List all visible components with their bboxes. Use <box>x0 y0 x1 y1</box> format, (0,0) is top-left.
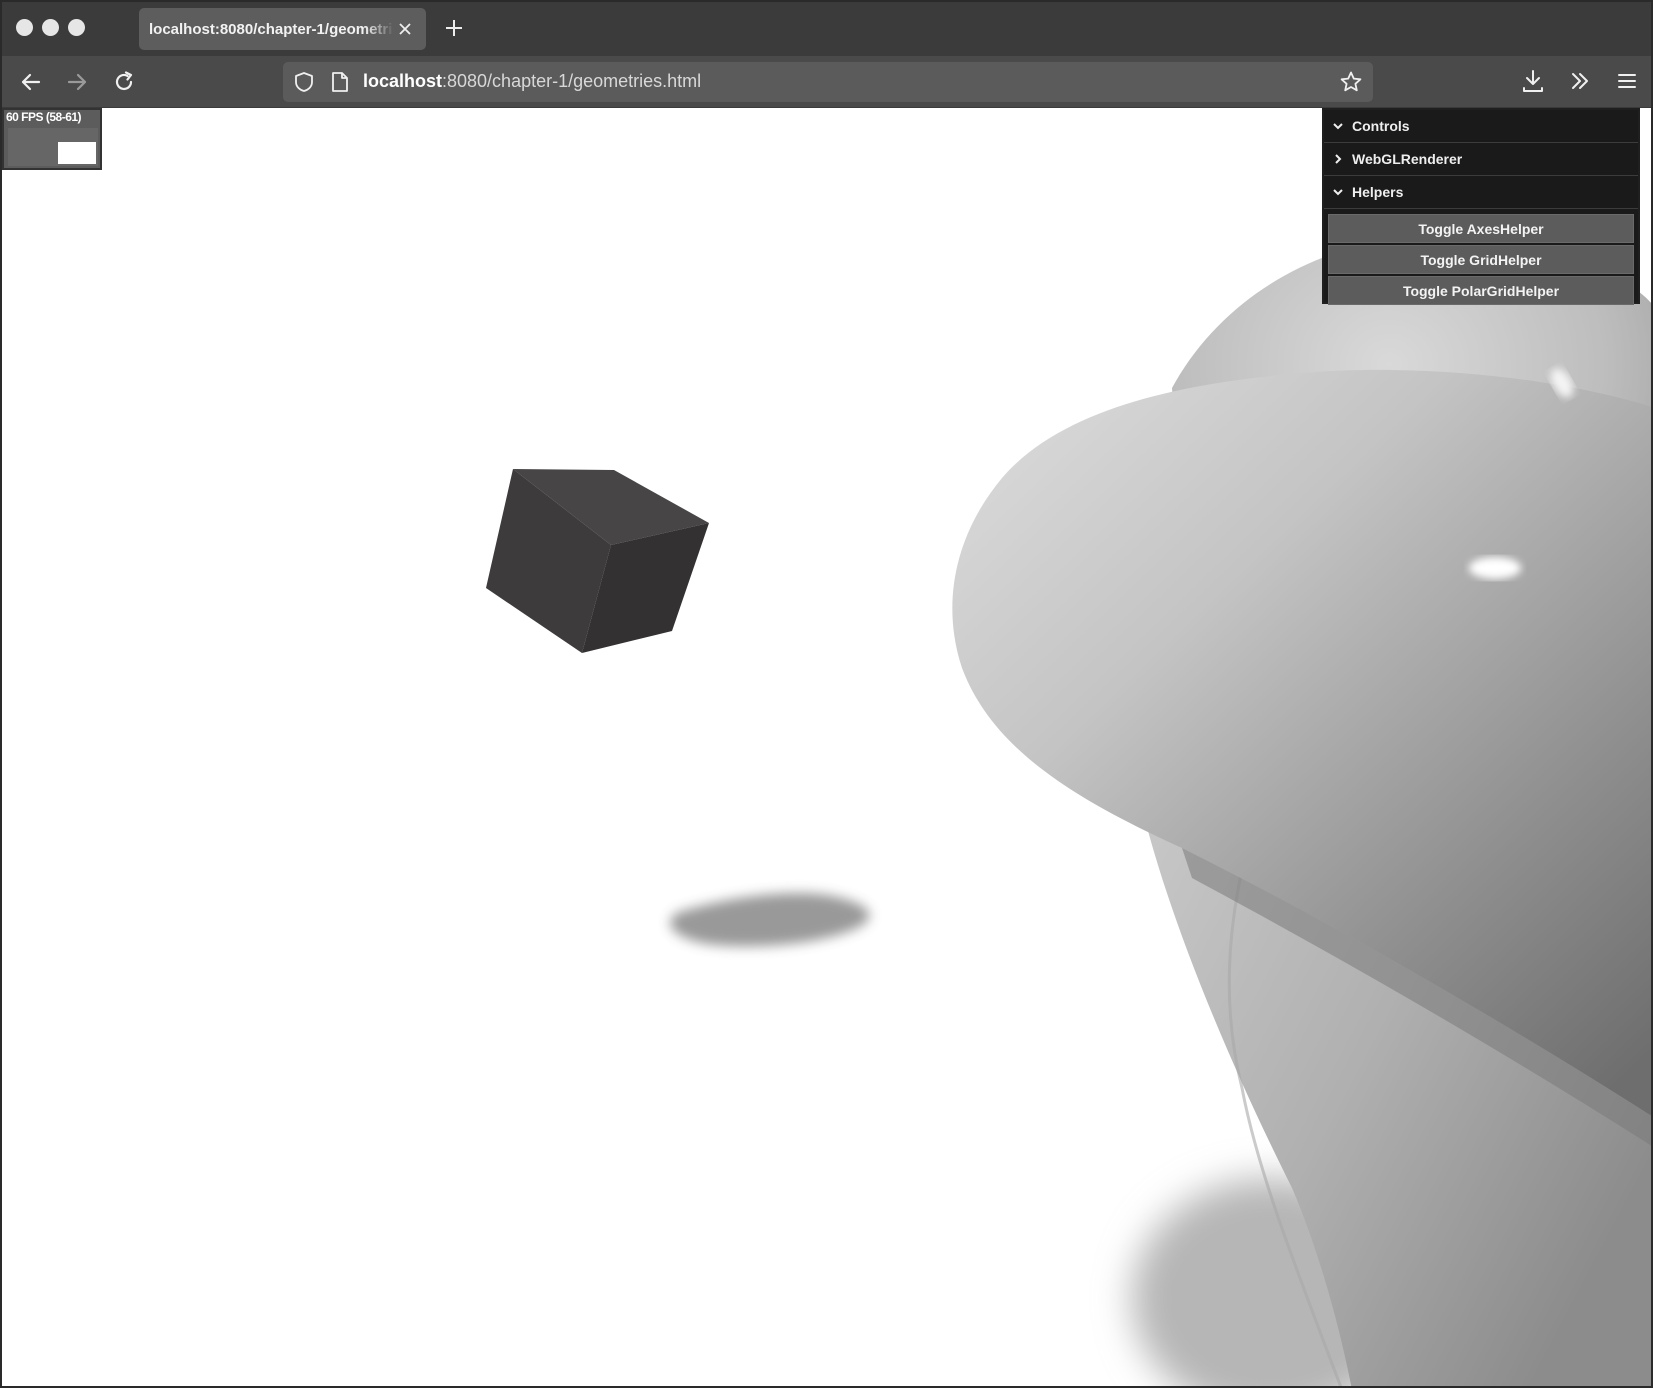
folder-helpers-label: Helpers <box>1352 184 1404 200</box>
controls-panel: Controls WebGLRenderer Helpers Toggle Ax… <box>1322 108 1640 305</box>
nav-bar: localhost:8080/chapter-1/geometries.html <box>2 56 1651 108</box>
window-maximize-button[interactable] <box>68 19 85 36</box>
page-icon[interactable] <box>330 71 350 93</box>
folder-webglrenderer[interactable]: WebGLRenderer <box>1324 143 1638 176</box>
url-host: localhost <box>363 71 443 91</box>
url-path: :8080/chapter-1/geometries.html <box>442 71 702 91</box>
folder-controls[interactable]: Controls <box>1324 110 1638 143</box>
chevron-right-icon <box>1335 154 1342 164</box>
fps-stats-panel[interactable]: 60 FPS (58-61) <box>2 108 102 170</box>
download-icon[interactable] <box>1520 68 1546 94</box>
folder-helpers[interactable]: Helpers <box>1324 176 1638 209</box>
helpers-buttons: Toggle AxesHelper Toggle GridHelper Togg… <box>1324 209 1638 305</box>
folder-controls-label: Controls <box>1352 118 1410 134</box>
fps-graph <box>8 128 98 166</box>
shield-icon[interactable] <box>293 71 315 93</box>
url-text[interactable]: localhost:8080/chapter-1/geometries.html <box>363 71 701 92</box>
arrow-right-icon[interactable] <box>64 69 90 95</box>
close-icon[interactable] <box>396 20 414 38</box>
webgl-canvas[interactable]: 60 FPS (58-61) Controls WebGLRenderer He… <box>2 108 1651 1386</box>
window-close-button[interactable] <box>16 19 33 36</box>
plus-icon[interactable] <box>442 16 466 40</box>
toggle-polargridhelper-button[interactable]: Toggle PolarGridHelper <box>1328 276 1634 305</box>
tab-strip: localhost:8080/chapter-1/geometries.html <box>2 2 1651 56</box>
chevron-down-icon <box>1333 189 1343 196</box>
address-bar[interactable]: localhost:8080/chapter-1/geometries.html <box>283 62 1373 102</box>
reload-icon[interactable] <box>111 69 137 95</box>
double-chevron-icon[interactable] <box>1567 68 1593 94</box>
star-icon[interactable] <box>1339 70 1363 94</box>
hamburger-icon[interactable] <box>1614 68 1640 94</box>
chevron-down-icon <box>1333 123 1343 130</box>
fps-graph-bar <box>58 142 96 164</box>
tab-title: localhost:8080/chapter-1/geometries.html <box>149 20 394 38</box>
toggle-axeshelper-button[interactable]: Toggle AxesHelper <box>1328 214 1634 243</box>
arrow-left-icon[interactable] <box>18 69 44 95</box>
browser-window: localhost:8080/chapter-1/geometries.html <box>0 0 1653 1388</box>
toggle-gridhelper-button[interactable]: Toggle GridHelper <box>1328 245 1634 274</box>
folder-webglrenderer-label: WebGLRenderer <box>1352 151 1463 167</box>
fps-readout: 60 FPS (58-61) <box>6 110 82 124</box>
window-minimize-button[interactable] <box>42 19 59 36</box>
active-tab[interactable]: localhost:8080/chapter-1/geometries.html <box>139 8 426 50</box>
